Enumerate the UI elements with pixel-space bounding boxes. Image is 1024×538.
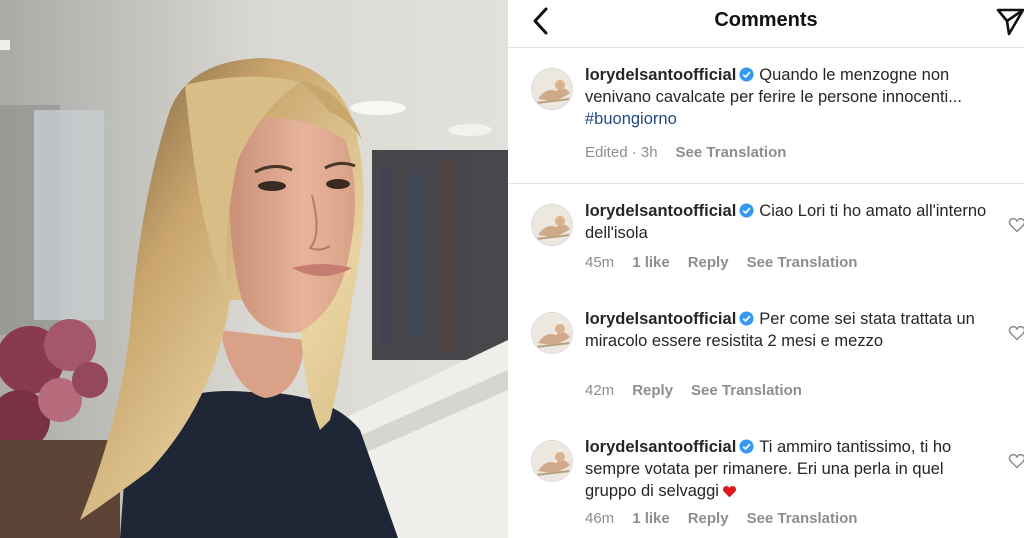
page-title: Comments bbox=[714, 9, 818, 31]
caption-meta: Edited · 3h See Translation bbox=[585, 144, 804, 161]
verified-badge-icon bbox=[739, 439, 754, 454]
see-translation-button[interactable]: See Translation bbox=[747, 254, 858, 271]
see-translation-button[interactable]: See Translation bbox=[747, 510, 858, 527]
likes-count-button[interactable]: 1 like bbox=[632, 510, 670, 527]
comment-time: 45m bbox=[585, 254, 615, 271]
see-translation-button[interactable]: See Translation bbox=[691, 382, 802, 399]
comment-meta: 46m 1 like Reply See Translation bbox=[585, 510, 875, 527]
verified-badge-icon bbox=[739, 311, 754, 326]
paper-plane-icon[interactable] bbox=[996, 6, 1024, 36]
hashtag-link[interactable]: #buongiorno bbox=[585, 110, 677, 128]
username-link[interactable]: lorydelsantoofficial bbox=[585, 310, 736, 328]
red-heart-emoji-icon bbox=[722, 485, 736, 498]
reply-button[interactable]: Reply bbox=[688, 510, 729, 527]
comment-meta: 45m 1 like Reply See Translation bbox=[585, 254, 875, 271]
heart-outline-icon[interactable] bbox=[1008, 216, 1024, 234]
reply-button[interactable]: Reply bbox=[632, 382, 673, 399]
comments-panel: Comments lorydelsantoofficial Quando le m… bbox=[508, 0, 1024, 538]
caption-text: lorydelsantoofficial Quando le menzogne n… bbox=[585, 64, 995, 130]
verified-badge-icon bbox=[739, 67, 754, 82]
comment-time: 42m bbox=[585, 382, 615, 399]
post-caption: lorydelsantoofficial Quando le menzogne n… bbox=[508, 60, 1024, 184]
post-photo bbox=[0, 0, 508, 538]
heart-outline-icon[interactable] bbox=[1008, 324, 1024, 342]
comment-text: lorydelsantoofficial Ciao Lori ti ho amat… bbox=[585, 200, 995, 244]
likes-count-button[interactable]: 1 like bbox=[632, 254, 670, 271]
comment-time: 46m bbox=[585, 510, 615, 527]
heart-outline-icon[interactable] bbox=[1008, 452, 1024, 470]
reply-button[interactable]: Reply bbox=[688, 254, 729, 271]
avatar[interactable] bbox=[531, 440, 573, 482]
avatar[interactable] bbox=[531, 204, 573, 246]
header-bar: Comments bbox=[508, 0, 1024, 48]
comment-text: lorydelsantoofficial Ti ammiro tantissimo… bbox=[585, 436, 995, 502]
avatar[interactable] bbox=[531, 312, 573, 354]
verified-badge-icon bbox=[739, 203, 754, 218]
username-link[interactable]: lorydelsantoofficial bbox=[585, 202, 736, 220]
avatar[interactable] bbox=[531, 68, 573, 110]
edited-timestamp: Edited · 3h bbox=[585, 144, 658, 161]
see-translation-button[interactable]: See Translation bbox=[676, 144, 787, 161]
comment-text: lorydelsantoofficial Per come sei stata t… bbox=[585, 308, 995, 352]
username-link[interactable]: lorydelsantoofficial bbox=[585, 66, 736, 84]
username-link[interactable]: lorydelsantoofficial bbox=[585, 438, 736, 456]
comment-meta: 42m Reply See Translation bbox=[585, 382, 820, 399]
